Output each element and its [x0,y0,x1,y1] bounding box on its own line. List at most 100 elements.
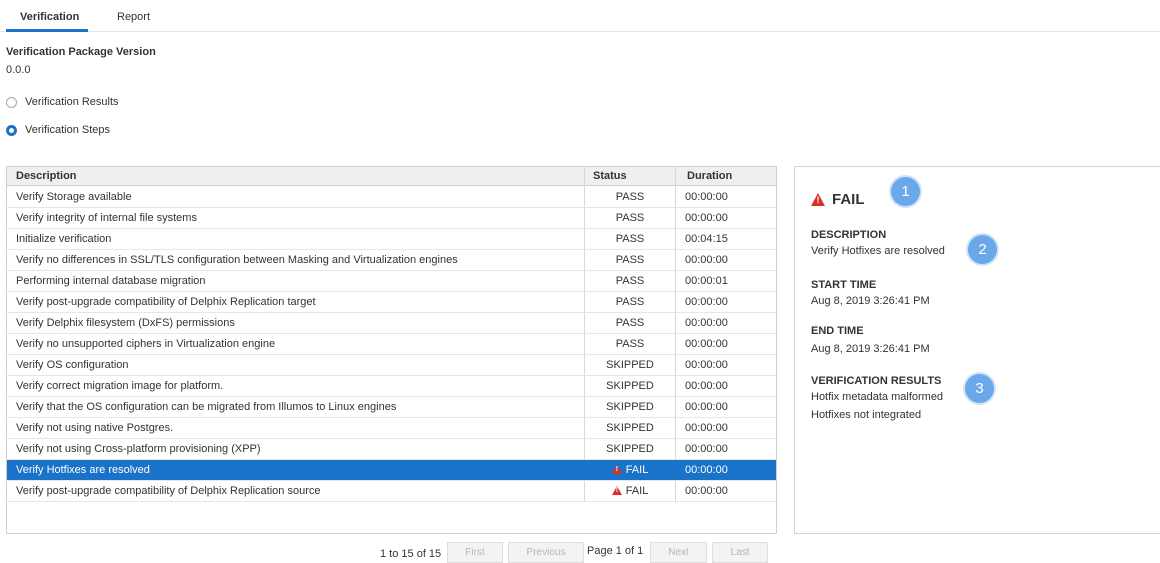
table-row[interactable]: Initialize verification PASS 00:04:15 [7,229,776,250]
tab-verification[interactable]: Verification [20,11,79,23]
cell-status: SKIPPED [585,359,675,371]
cell-description: Verify integrity of internal file system… [16,212,197,224]
previous-page-button[interactable]: Previous [508,542,584,563]
radio-button-icon[interactable] [6,96,17,108]
cell-description: Verify OS configuration [16,359,129,371]
table-row[interactable]: Verify that the OS configuration can be … [7,397,776,418]
table-row[interactable]: Verify Storage available PASS 00:00:00 [7,187,776,208]
callout-badge-3: 3 [965,374,994,403]
cell-description: Verify that the OS configuration can be … [16,401,397,413]
table-row[interactable]: Verify Delphix filesystem (DxFS) permiss… [7,313,776,334]
table-row[interactable]: Verify OS configuration SKIPPED 00:00:00 [7,355,776,376]
warning-icon [611,486,622,495]
next-page-button[interactable]: Next [650,542,707,563]
cell-status: PASS [585,233,675,245]
status-text: PASS [615,338,645,350]
table-row[interactable]: Verify post-upgrade compatibility of Del… [7,292,776,313]
page-info: Page 1 of 1 [587,545,644,557]
status-text: PASS [615,254,645,266]
status-text: FAIL [625,485,649,497]
cell-duration: 00:00:00 [685,401,728,413]
table-row[interactable]: Verify integrity of internal file system… [7,208,776,229]
cell-duration: 00:00:00 [685,212,728,224]
start-time-value: Aug 8, 2019 3:26:41 PM [811,295,930,307]
cell-description: Verify post-upgrade compatibility of Del… [16,485,321,497]
column-header-description[interactable]: Description [16,170,77,182]
table-row[interactable]: Verify Hotfixes are resolved FAIL 00:00:00 [7,460,776,481]
radio-button-selected-icon[interactable] [6,124,17,136]
column-header-status[interactable]: Status [593,170,627,182]
start-time-label: START TIME [811,279,877,291]
radio-verification-steps[interactable]: Verification Steps [6,124,110,136]
cell-status: PASS [585,317,675,329]
cell-status: PASS [585,191,675,203]
radio-verification-results[interactable]: Verification Results [6,96,119,108]
cell-status: SKIPPED [585,401,675,413]
cell-duration: 00:00:00 [685,359,728,371]
package-version-value: 0.0.0 [6,64,31,76]
cell-status: PASS [585,212,675,224]
warning-icon [611,465,622,474]
cell-description: Performing internal database migration [16,275,206,287]
verification-steps-table: Description Status Duration Verify Stora… [6,166,777,534]
cell-description: Verify correct migration image for platf… [16,380,224,392]
status-text: PASS [615,233,645,245]
table-row[interactable]: Performing internal database migration PA… [7,271,776,292]
cell-status: FAIL [585,485,675,497]
end-time-value: Aug 8, 2019 3:26:41 PM [811,343,930,355]
cell-duration: 00:00:00 [685,485,728,497]
cell-duration: 00:00:00 [685,296,728,308]
table-row[interactable]: Verify no differences in SSL/TLS configu… [7,250,776,271]
table-row[interactable]: Verify not using Cross-platform provisio… [7,439,776,460]
cell-description: Verify not using native Postgres. [16,422,174,434]
cell-duration: 00:00:00 [685,464,728,476]
callout-badge-1: 1 [891,177,920,206]
warning-icon [811,193,825,206]
cell-duration: 00:00:00 [685,254,728,266]
status-text: SKIPPED [606,380,654,392]
cell-description: Verify not using Cross-platform provisio… [16,443,261,455]
status-text: PASS [615,212,645,224]
verification-results-label: VERIFICATION RESULTS [811,375,942,387]
cell-description: Verify no unsupported ciphers in Virtual… [16,338,276,350]
active-tab-indicator [6,29,88,32]
cell-description: Verify no differences in SSL/TLS configu… [16,254,458,266]
detail-status-text: FAIL [832,191,865,208]
first-page-button[interactable]: First [447,542,503,563]
cell-duration: 00:00:00 [685,422,728,434]
status-text: PASS [615,317,645,329]
cell-description: Verify Hotfixes are resolved [16,464,150,476]
cell-description: Verify Storage available [16,191,132,203]
cell-status: SKIPPED [585,422,675,434]
tab-bar: Verification Report [0,0,1160,32]
cell-status: FAIL [585,464,675,476]
tab-report[interactable]: Report [117,11,150,23]
last-page-button[interactable]: Last [712,542,768,563]
step-detail-panel: FAIL 1 DESCRIPTION Verify Hotfixes are r… [794,166,1160,534]
status-text: SKIPPED [606,422,654,434]
cell-status: SKIPPED [585,380,675,392]
cell-status: PASS [585,254,675,266]
description-label: DESCRIPTION [811,229,887,241]
pagination-bar: 1 to 15 of 15 First Previous Page 1 of 1… [0,542,1160,563]
cell-description: Verify Delphix filesystem (DxFS) permiss… [16,317,235,329]
cell-status: PASS [585,338,675,350]
column-header-duration[interactable]: Duration [687,170,732,182]
table-row[interactable]: Verify not using native Postgres. SKIPPED… [7,418,776,439]
cell-duration: 00:00:00 [685,317,728,329]
status-text: PASS [615,191,645,203]
end-time-label: END TIME [811,325,864,337]
callout-badge-2: 2 [968,235,997,264]
table-row[interactable]: Verify correct migration image for platf… [7,376,776,397]
cell-duration: 00:00:00 [685,443,728,455]
verification-result-item: Hotfix metadata malformed [811,391,944,403]
table-row[interactable]: Verify no unsupported ciphers in Virtual… [7,334,776,355]
table-row[interactable]: Verify post-upgrade compatibility of Del… [7,481,776,502]
cell-status: PASS [585,296,675,308]
cell-description: Verify post-upgrade compatibility of Del… [16,296,316,308]
package-version-label: Verification Package Version [6,46,156,58]
table-body: Verify Storage available PASS 00:00:00 Veri… [7,187,776,502]
cell-duration: 00:00:01 [685,275,728,287]
description-value: Verify Hotfixes are resolved [811,245,945,257]
cell-description: Initialize verification [16,233,112,245]
